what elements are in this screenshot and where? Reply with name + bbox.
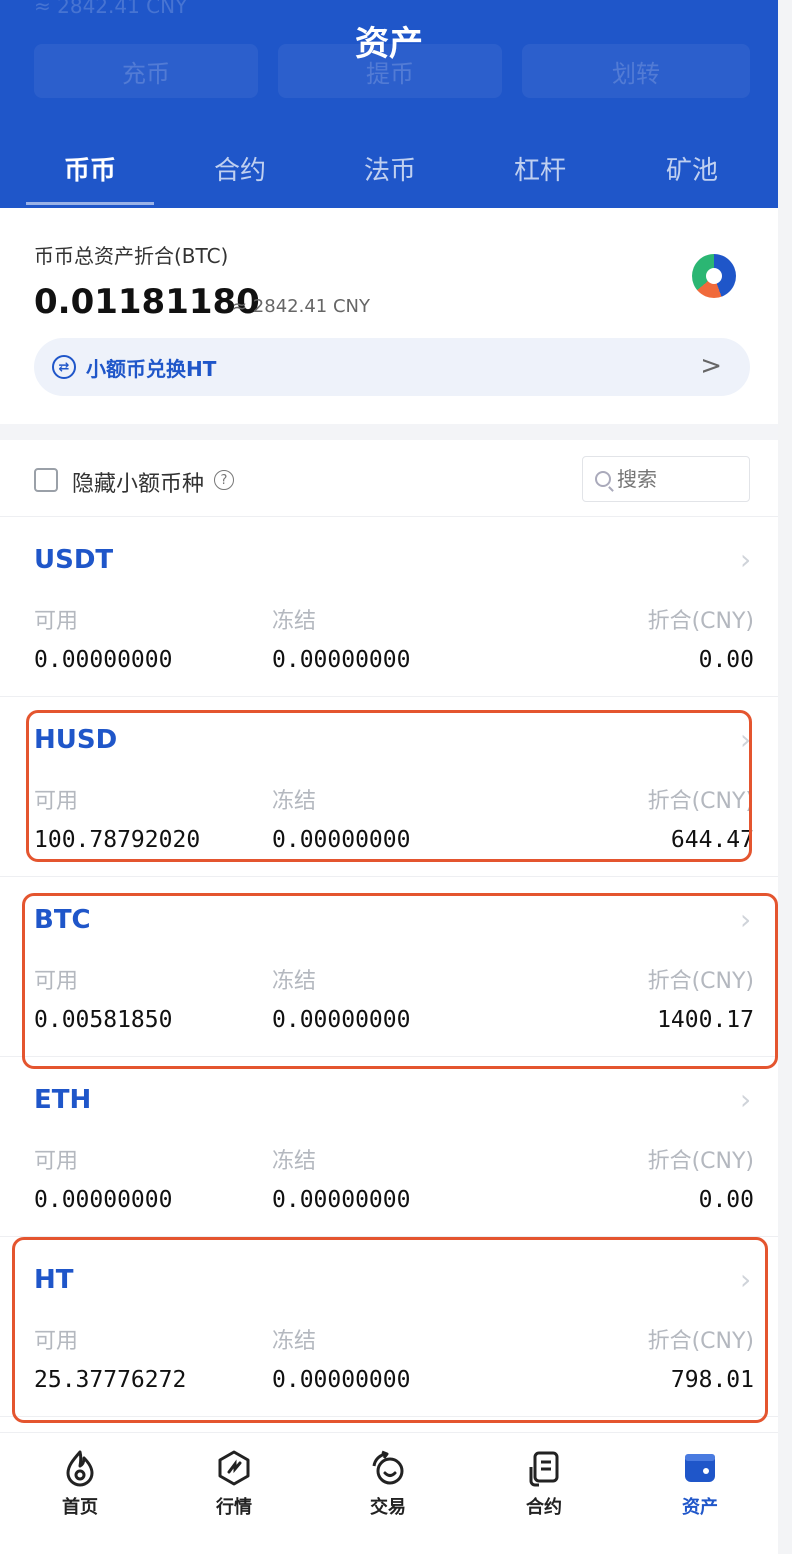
nav-home[interactable]: 首页 — [30, 1443, 130, 1519]
small-coin-convert-bar[interactable]: ⇄ 小额币兑换HT > — [34, 338, 750, 396]
available-value: 0.00000000 — [34, 1187, 173, 1213]
available-label: 可用 — [34, 789, 79, 814]
asset-row-eth[interactable]: ETH › 可用 冻结 折合(CNY) 0.00000000 0.0000000… — [0, 1057, 778, 1237]
cny-label: 折合(CNY) — [647, 609, 754, 634]
page-title: 资产 — [355, 24, 423, 64]
available-label: 可用 — [34, 609, 79, 634]
chevron-right-icon: › — [740, 543, 752, 576]
nav-label: 合约 — [526, 1497, 562, 1518]
account-tabs: 币币 合约 法币 杠杆 矿池 — [0, 140, 778, 208]
search-input[interactable] — [617, 467, 737, 491]
frozen-label: 冻结 — [272, 789, 317, 814]
scroll-gutter — [778, 0, 792, 1554]
cny-value: 644.47 — [670, 827, 754, 853]
cny-label: 折合(CNY) — [647, 1329, 754, 1354]
cny-value: 0.00 — [698, 647, 754, 673]
cny-label: 折合(CNY) — [647, 789, 754, 814]
available-label: 可用 — [34, 1329, 79, 1354]
pie-chart-icon[interactable] — [692, 254, 736, 298]
wallet-icon — [650, 1443, 750, 1493]
market-icon — [184, 1443, 284, 1493]
total-assets-label: 币币总资产折合(BTC) — [34, 244, 229, 268]
flame-icon — [30, 1443, 130, 1493]
asset-name: USDT — [34, 545, 114, 575]
chevron-right-icon: > — [700, 351, 722, 381]
cny-value: 798.01 — [670, 1367, 754, 1393]
frozen-label: 冻结 — [272, 609, 317, 634]
nav-label: 行情 — [216, 1497, 252, 1518]
asset-row-ht[interactable]: HT › 可用 冻结 折合(CNY) 25.37776272 0.0000000… — [0, 1237, 778, 1417]
tab-contract[interactable]: 合约 — [214, 150, 266, 187]
nav-label: 资产 — [682, 1497, 718, 1518]
nav-market[interactable]: 行情 — [184, 1443, 284, 1519]
available-value: 0.00000000 — [34, 647, 173, 673]
asset-row-usdt[interactable]: USDT › 可用 冻结 折合(CNY) 0.00000000 0.000000… — [0, 517, 778, 697]
trade-icon — [338, 1443, 438, 1493]
exchange-icon: ⇄ — [52, 355, 76, 379]
chevron-right-icon: › — [740, 1263, 752, 1296]
frozen-value: 0.00000000 — [272, 1187, 411, 1213]
available-value: 100.78792020 — [34, 827, 201, 853]
nav-label: 交易 — [370, 1497, 406, 1518]
cny-value: 1400.17 — [657, 1007, 754, 1033]
section-divider — [0, 424, 778, 440]
bottom-nav: 首页 行情 交易 合约 资产 — [0, 1432, 778, 1554]
frozen-label: 冻结 — [272, 969, 317, 994]
nav-trade[interactable]: 交易 — [338, 1443, 438, 1519]
frozen-value: 0.00000000 — [272, 647, 411, 673]
nav-contract[interactable]: 合约 — [494, 1443, 594, 1519]
contract-icon — [494, 1443, 594, 1493]
tab-margin[interactable]: 杠杆 — [514, 150, 566, 187]
cny-label: 折合(CNY) — [647, 1149, 754, 1174]
asset-name: HUSD — [34, 725, 118, 755]
available-value: 25.37776272 — [34, 1367, 187, 1393]
frozen-value: 0.00000000 — [272, 827, 411, 853]
total-assets-cny: ≈ 2842.41 CNY — [232, 296, 370, 317]
hide-small-label: 隐藏小额币种 — [72, 472, 205, 497]
asset-row-btc[interactable]: BTC › 可用 冻结 折合(CNY) 0.00581850 0.0000000… — [0, 877, 778, 1057]
total-assets-btc: 0.01181180 — [34, 282, 260, 322]
nav-assets[interactable]: 资产 — [650, 1443, 750, 1519]
cny-value: 0.00 — [698, 1187, 754, 1213]
search-icon — [595, 471, 611, 487]
available-value: 0.00581850 — [34, 1007, 173, 1033]
chevron-right-icon: › — [740, 1083, 752, 1116]
tab-fiat[interactable]: 法币 — [364, 150, 416, 187]
asset-name: BTC — [34, 905, 91, 935]
help-icon[interactable]: ? — [214, 470, 234, 490]
app-header: ≈ 2842.41 CNY 充币 提币 划转 资产 币币 合约 法币 杠杆 矿池 — [0, 0, 778, 208]
tab-pool[interactable]: 矿池 — [666, 150, 718, 187]
frozen-label: 冻结 — [272, 1149, 317, 1174]
convert-label: 小额币兑换HT — [86, 356, 217, 381]
frozen-value: 0.00000000 — [272, 1007, 411, 1033]
asset-name: ETH — [34, 1085, 92, 1115]
available-label: 可用 — [34, 1149, 79, 1174]
nav-label: 首页 — [62, 1497, 98, 1518]
asset-row-husd[interactable]: HUSD › 可用 冻结 折合(CNY) 100.78792020 0.0000… — [0, 697, 778, 877]
search-box[interactable] — [582, 456, 750, 502]
hide-small-checkbox[interactable] — [34, 468, 58, 492]
chevron-right-icon: › — [740, 903, 752, 936]
asset-name: HT — [34, 1265, 74, 1295]
frozen-value: 0.00000000 — [272, 1367, 411, 1393]
tab-spot[interactable]: 币币 — [64, 150, 116, 187]
frozen-label: 冻结 — [272, 1329, 317, 1354]
cny-label: 折合(CNY) — [647, 969, 754, 994]
active-tab-indicator — [26, 202, 154, 205]
chevron-right-icon: › — [740, 723, 752, 756]
available-label: 可用 — [34, 969, 79, 994]
